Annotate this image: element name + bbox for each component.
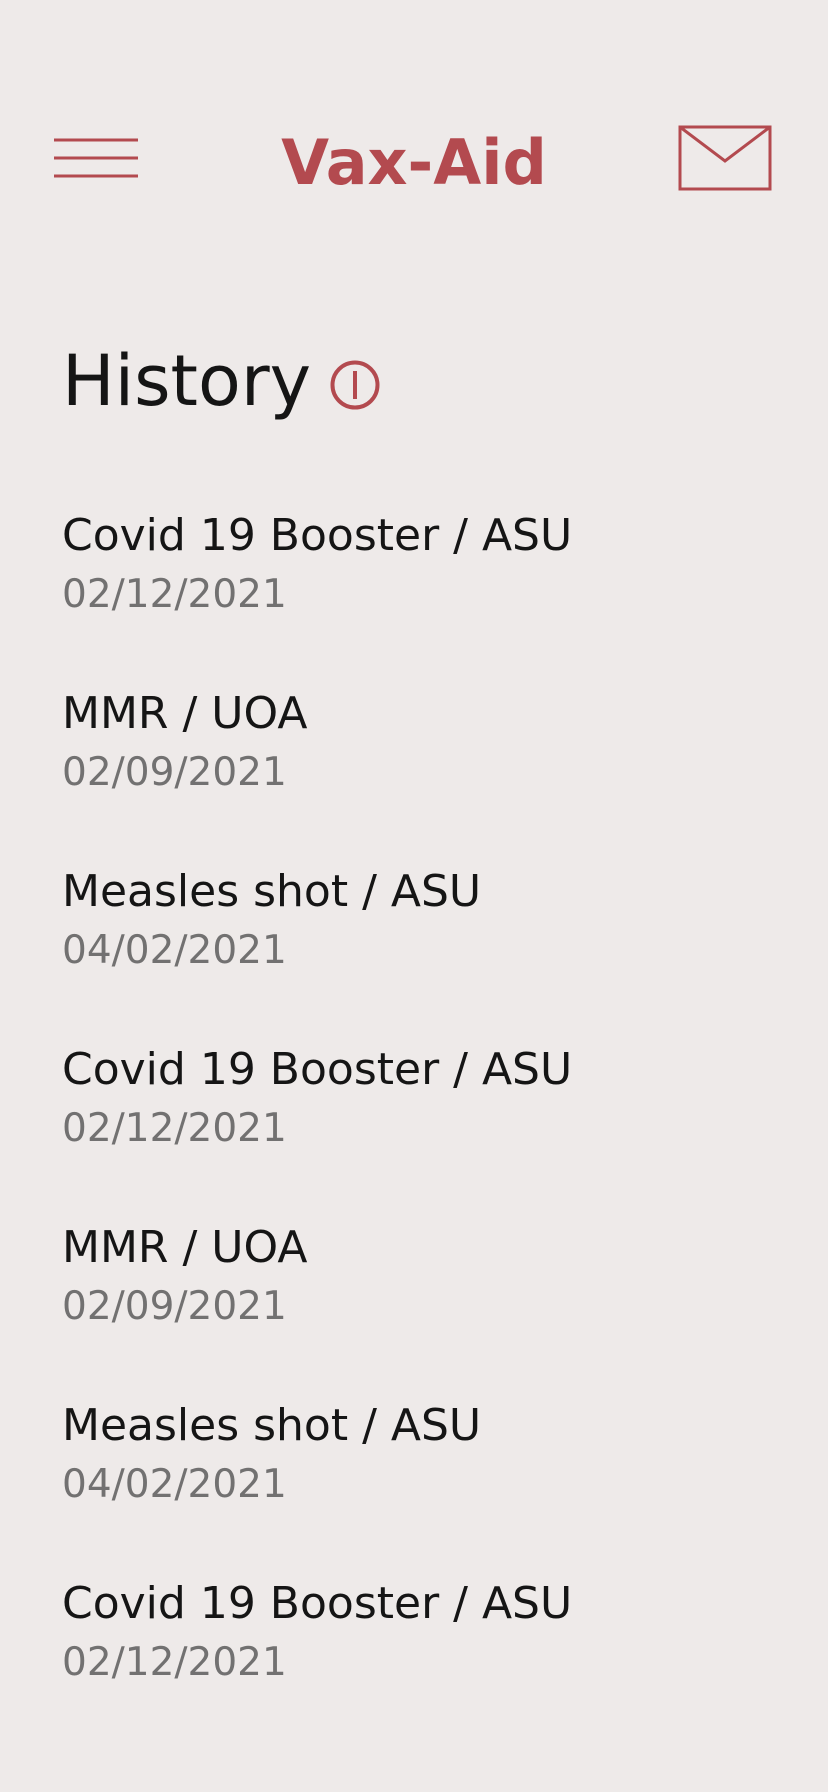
history-item-date: 02/12/2021 [62, 572, 287, 617]
history-item-title: Measles shot / ASU [62, 866, 482, 917]
history-item[interactable]: Covid 19 Booster / ASU 02/12/2021 [62, 1574, 782, 1752]
history-item-title: Measles shot / ASU [62, 1400, 482, 1451]
history-item[interactable]: Measles shot / ASU 04/02/2021 [62, 862, 782, 1040]
history-item-date: 02/09/2021 [62, 1284, 287, 1329]
history-item[interactable]: Covid 19 Booster / ASU 02/12/2021 [62, 1040, 782, 1218]
app-header: Vax-Aid [0, 0, 828, 240]
history-item[interactable]: MMR / UOA 02/09/2021 [62, 684, 782, 862]
history-item-title: Covid 19 Booster / ASU [62, 510, 573, 561]
history-item-date: 02/09/2021 [62, 750, 287, 795]
page-title: History [62, 340, 312, 422]
history-item-title: MMR / UOA [62, 1222, 308, 1273]
mail-button[interactable] [678, 124, 774, 194]
info-icon[interactable] [329, 359, 381, 411]
envelope-icon [678, 125, 772, 191]
history-item[interactable]: MMR / UOA 02/09/2021 [62, 1218, 782, 1396]
page-heading: History [62, 336, 381, 426]
history-item-title: MMR / UOA [62, 688, 308, 739]
history-item-title: Covid 19 Booster / ASU [62, 1044, 573, 1095]
history-item-date: 04/02/2021 [62, 1462, 287, 1507]
history-item-date: 02/12/2021 [62, 1106, 287, 1151]
history-item-date: 04/02/2021 [62, 928, 287, 973]
history-item[interactable]: Measles shot / ASU 04/02/2021 [62, 1396, 782, 1574]
history-list: Covid 19 Booster / ASU 02/12/2021 MMR / … [62, 506, 782, 1752]
history-item[interactable]: Covid 19 Booster / ASU 02/12/2021 [62, 506, 782, 684]
history-item-date: 02/12/2021 [62, 1640, 287, 1685]
history-item-title: Covid 19 Booster / ASU [62, 1578, 573, 1629]
